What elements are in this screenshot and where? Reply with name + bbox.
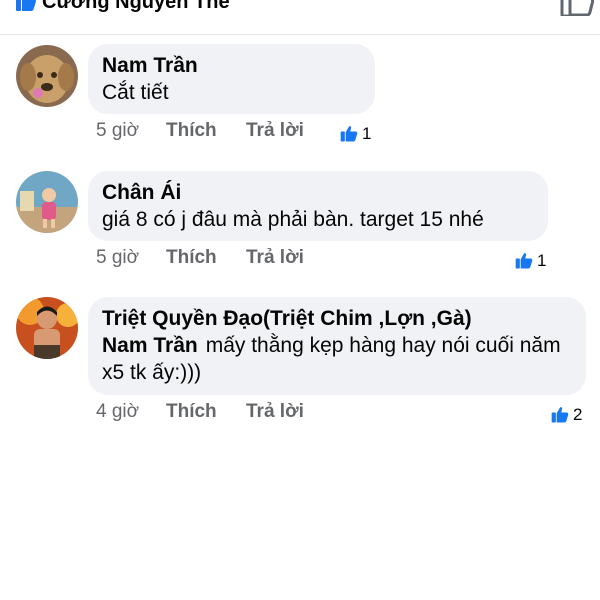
avatar[interactable]	[16, 45, 78, 107]
thumbs-up-icon[interactable]	[560, 0, 594, 16]
comment-text: Cắt tiết	[102, 81, 169, 104]
reply-button[interactable]: Trả lời	[246, 120, 304, 142]
thumbs-up-icon	[515, 253, 533, 269]
comment-time[interactable]: 5 giờ	[96, 120, 166, 142]
like-button[interactable]: Thích	[166, 247, 246, 269]
reaction-count[interactable]: 1	[339, 124, 371, 144]
comment-bubble: Triệt Quyền Đạo(Triệt Chim ,Lợn ,Gà) Nam…	[88, 297, 586, 395]
reaction-count-value: 2	[573, 405, 583, 424]
comment-actions: 4 giờ Thích Trả lời	[96, 401, 304, 423]
reaction-count[interactable]: 2	[550, 405, 582, 425]
comment-actions: 5 giờ Thích Trả lời	[96, 247, 304, 269]
comment-bubble: Chân Ái giá 8 có j đâu mà phải bàn. targ…	[88, 171, 548, 241]
comment-text: Nam Trần mấy thằng kẹp hàng hay nói cuối …	[102, 334, 561, 384]
top-bar: Cường Nguyễn Thế	[0, 0, 600, 35]
comment-author[interactable]: Nam Trần	[102, 53, 361, 79]
avatar[interactable]	[16, 171, 78, 233]
comment-author[interactable]: Triệt Quyền Đạo(Triệt Chim ,Lợn ,Gà)	[102, 306, 572, 332]
reaction-count[interactable]: 1	[514, 251, 546, 271]
reaction-count-value: 1	[362, 124, 372, 143]
top-name[interactable]: Cường Nguyễn Thế	[42, 0, 230, 14]
like-button[interactable]: Thích	[166, 120, 246, 142]
reply-button[interactable]: Trả lời	[246, 247, 304, 269]
comment-actions: 5 giờ Thích Trả lời	[96, 120, 304, 142]
like-button[interactable]: Thích	[166, 401, 246, 423]
mention-link[interactable]: Nam Trần	[102, 334, 198, 357]
comment-bubble: Nam Trần Cắt tiết	[88, 44, 375, 114]
reply-button[interactable]: Trả lời	[246, 401, 304, 423]
avatar[interactable]	[16, 297, 78, 359]
comment-text: giá 8 có j đâu mà phải bàn. target 15 nh…	[102, 208, 484, 231]
thumbs-up-icon	[551, 407, 569, 423]
reaction-count-value: 1	[537, 251, 547, 270]
comment-author[interactable]: Chân Ái	[102, 180, 534, 206]
thumbs-up-icon	[16, 0, 36, 11]
comment-time[interactable]: 4 giờ	[96, 401, 166, 423]
comment-time[interactable]: 5 giờ	[96, 247, 166, 269]
thumbs-up-icon	[340, 126, 358, 142]
